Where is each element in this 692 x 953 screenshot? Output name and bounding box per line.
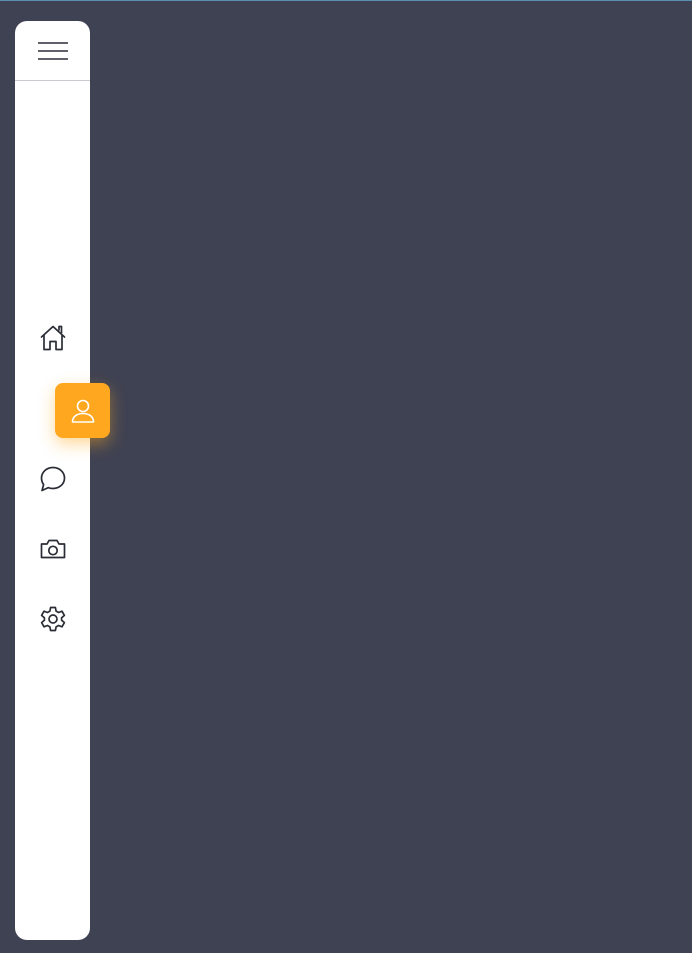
camera-icon [40,539,65,558]
nav-item-camera[interactable] [15,521,90,576]
chat-bubble-icon [40,466,65,491]
nav-item-settings[interactable] [15,591,90,646]
menu-button[interactable] [15,21,90,81]
gear-icon [40,606,65,631]
home-icon [40,325,65,350]
user-icon [71,399,94,423]
hamburger-menu-icon [37,41,68,60]
nav-item-home[interactable] [15,310,90,365]
nav-item-chat[interactable] [15,451,90,506]
nav-item-user[interactable] [55,383,110,438]
sidebar [15,21,110,940]
top-border [0,0,692,1]
